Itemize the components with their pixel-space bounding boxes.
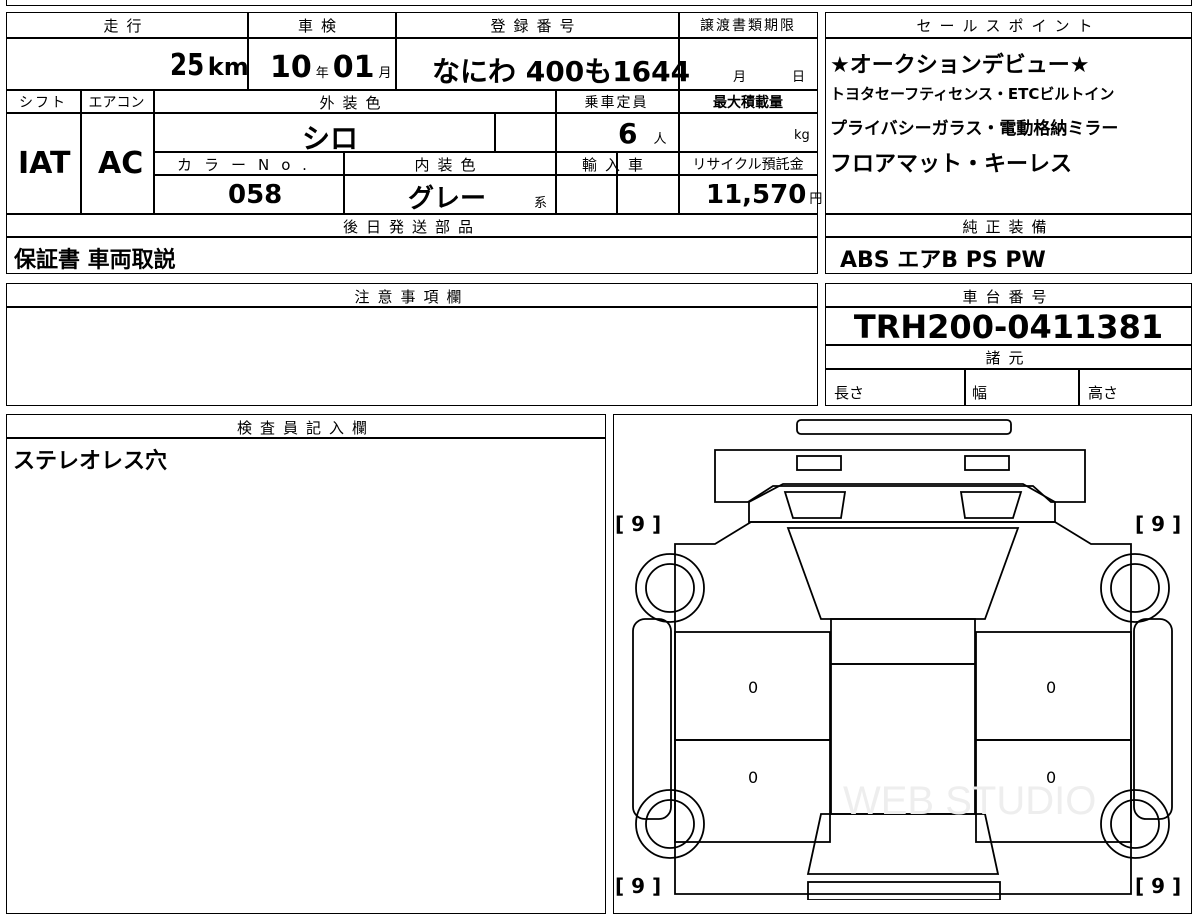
tire-depth-front-left: [ 9 ] [615, 512, 662, 536]
tire-depth-rear-right: [ 9 ] [1135, 874, 1182, 898]
wheel-front-left-inner [645, 563, 695, 613]
interior-color-value: グレー [408, 184, 487, 214]
mileage-value: 25 km [170, 48, 249, 83]
header-specs: 諸元 [985, 349, 1032, 367]
spec-height-label: 高さ [1088, 384, 1119, 402]
aircon-value: AC [98, 146, 144, 181]
front-body [714, 449, 1086, 503]
spec-length-label: 長さ [834, 384, 865, 402]
inspector-box [6, 414, 606, 914]
header-aircon: エアコン [88, 95, 145, 111]
inspection-date-value: 10 年 01 月 [270, 50, 392, 85]
header-exterior-color: 外装色 [319, 94, 389, 112]
capacity-value: 6人 [618, 117, 667, 150]
mirror-right [1133, 618, 1173, 820]
tire-depth-front-right: [ 9 ] [1135, 512, 1182, 536]
recycle-fee-value: 11,570 円 [706, 180, 823, 210]
later-parts-value: 保証書 車両取説 [14, 248, 176, 273]
transfer-day-unit: 日 [792, 70, 806, 85]
wheel-rear-right-inner [1110, 799, 1160, 849]
header-mileage: 走行 [103, 17, 150, 35]
door-right-front-score: 0 [1046, 678, 1057, 697]
registration-number-value: なにわ 400も1644 [432, 55, 691, 88]
headlight-right [959, 491, 1023, 519]
sales-point-line-3: プライバシーガラス・電動格納ミラー [830, 119, 1119, 139]
header-interior-color: 内装色 [414, 156, 484, 174]
wheel-rear-left-inner [645, 799, 695, 849]
header-sales-points: セールスポイント [916, 17, 1101, 35]
front-bumper-top [796, 419, 1012, 435]
door-left-rear-panel [674, 739, 831, 843]
sales-point-line-1: ★オークションデビュー★ [830, 53, 1090, 78]
header-shift: シフト [19, 95, 67, 111]
header-inspection: 車検 [297, 17, 344, 35]
rear-window [806, 813, 1000, 875]
door-right-rear-score: 0 [1046, 768, 1057, 787]
header-capacity: 乗車定員 [584, 95, 649, 111]
header-recycle-fee: リサイクル預託金 [692, 157, 804, 173]
sales-point-line-4: フロアマット・キーレス [830, 152, 1073, 177]
car-diagram: WEB STUDIO [632, 419, 1173, 900]
mirror-left [632, 618, 672, 820]
inspector-note-value: ステレオレス穴 [13, 449, 168, 474]
windshield [786, 527, 1020, 620]
interior-color-suffix: 系 [534, 196, 548, 211]
genuine-equipment-value: ABS エアB PS PW [840, 248, 1046, 273]
wheel-front-right-inner [1110, 563, 1160, 613]
sales-point-line-2: トヨタセーフティセンス・ETCビルトイン [830, 85, 1115, 103]
headlight-left [783, 491, 847, 519]
header-registration: 登録番号 [490, 17, 583, 35]
door-left-rear-score: 0 [748, 768, 759, 787]
header-color-no: カラーNo. [177, 156, 319, 174]
header-transfer-deadline: 譲渡書類期限 [700, 18, 796, 34]
header-chassis-number: 車台番号 [962, 288, 1055, 306]
header-later-parts: 後日発送部品 [342, 218, 481, 236]
top-cutoff-strip [6, 0, 1192, 6]
rear-bumper [807, 881, 1001, 900]
tire-depth-rear-left: [ 9 ] [615, 874, 662, 898]
header-imported: 輸入車 [581, 156, 651, 174]
color-no-value: 058 [228, 180, 283, 210]
watermark: WEB STUDIO [843, 779, 1096, 823]
header-max-load: 最大積載量 [713, 95, 783, 111]
shift-value: IAT [18, 146, 71, 181]
door-left-front-score: 0 [748, 678, 759, 697]
chassis-number-value: TRH200-0411381 [853, 308, 1164, 346]
header-notes: 注意事項欄 [354, 288, 470, 306]
header-inspector: 検査員記入欄 [236, 419, 375, 437]
front-plate-left [796, 455, 842, 471]
body-outline [674, 521, 1132, 895]
spec-width-label: 幅 [972, 384, 988, 402]
hood-outline [748, 483, 1056, 523]
roof [830, 618, 976, 665]
max-load-unit: kg [794, 128, 810, 143]
transfer-month-unit: 月 [733, 70, 747, 85]
header-genuine-equipment: 純正装備 [962, 218, 1055, 236]
front-plate-right [964, 455, 1010, 471]
